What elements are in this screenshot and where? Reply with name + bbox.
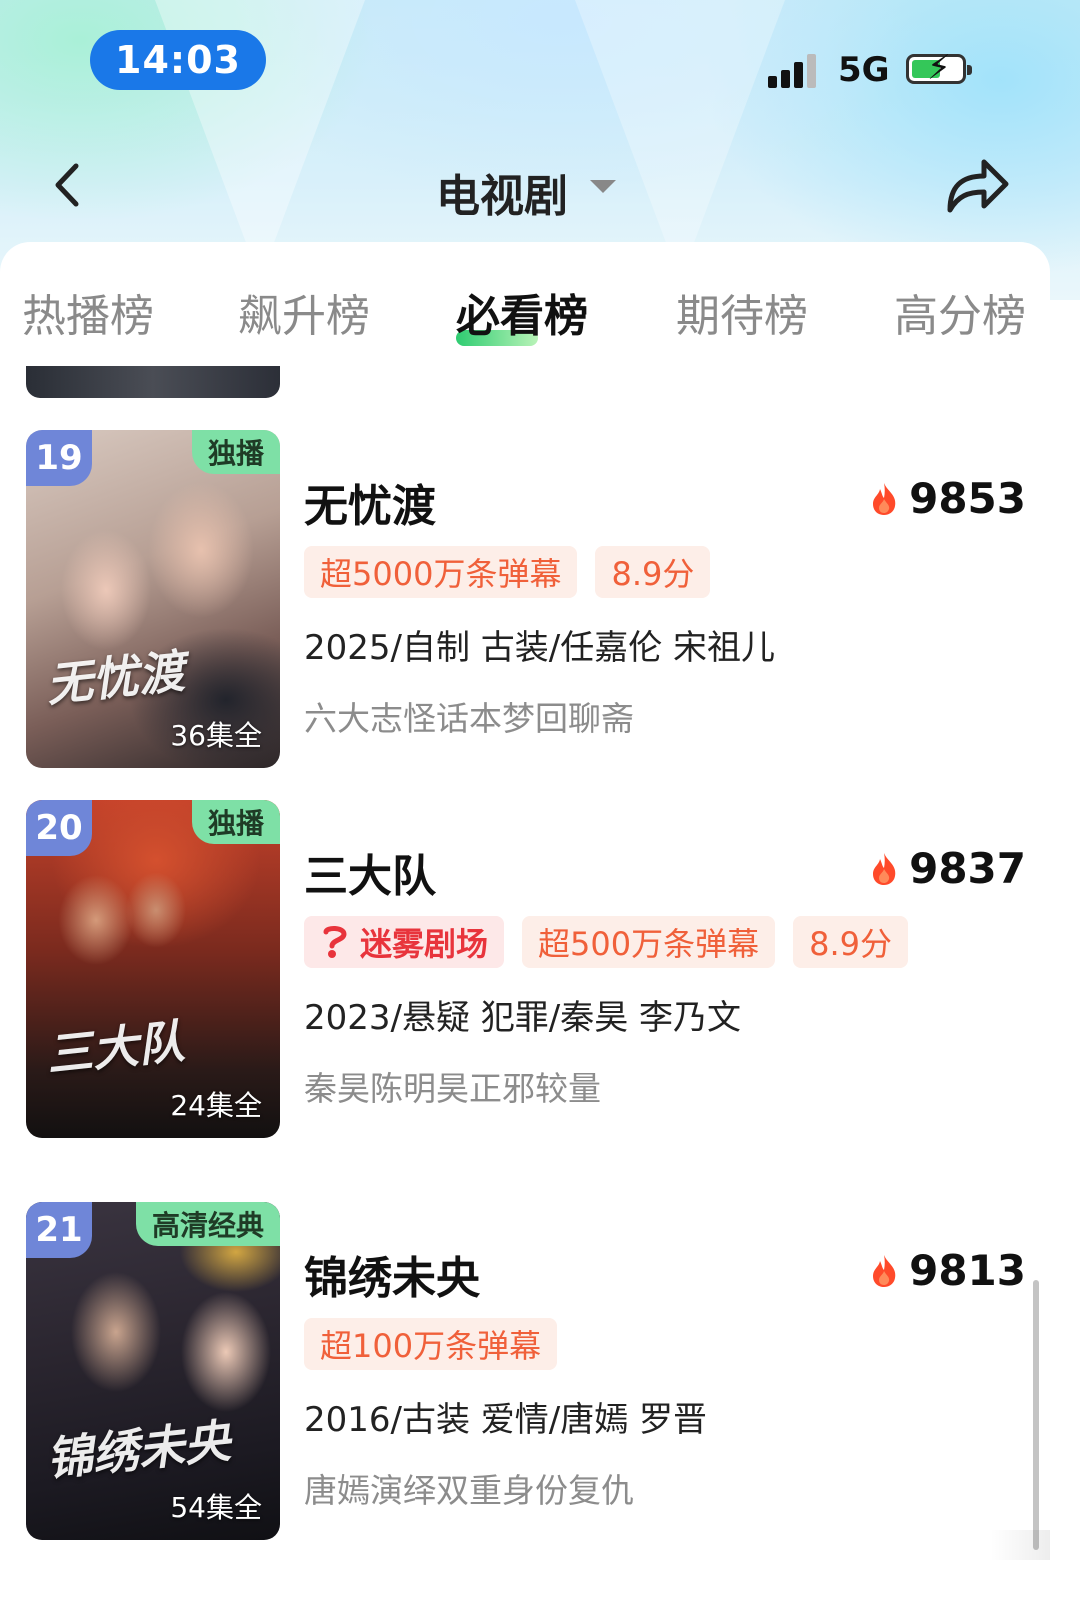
show-description: 唐嫣演绎双重身份复仇 — [304, 1471, 634, 1510]
brand-logo-icon — [323, 926, 347, 958]
tab-rising[interactable]: 飙升榜 — [238, 280, 370, 344]
scrollbar[interactable] — [1033, 1280, 1039, 1550]
show-title[interactable]: 无忧渡 — [304, 470, 436, 534]
edge-shadow — [990, 1530, 1050, 1560]
page-title[interactable]: 电视剧 — [436, 160, 568, 224]
tab-hot[interactable]: 热播榜 — [22, 280, 154, 344]
heat-score: 9813 — [869, 1246, 1026, 1295]
show-meta: 2025/自制 古装/任嘉伦 宋祖儿 — [304, 628, 776, 668]
tab-anticipated[interactable]: 期待榜 — [676, 280, 808, 344]
show-meta: 2016/古装 爱情/唐嫣 罗晋 — [304, 1400, 708, 1440]
heat-score: 9853 — [869, 474, 1026, 523]
danmaku-tag: 超100万条弹幕 — [304, 1318, 558, 1370]
signal-icon — [768, 52, 820, 88]
status-time: 14:03 — [90, 30, 266, 90]
score-tag: 8.9分 — [793, 916, 909, 968]
exclusive-badge: 独播 — [191, 800, 280, 844]
show-poster[interactable]: 三大队 20 独播 24集全 — [26, 800, 280, 1138]
poster-title-art: 锦绣未央 — [43, 1413, 233, 1487]
classic-badge: 高清经典 — [135, 1202, 280, 1246]
tag-row: 超100万条弹幕 — [304, 1318, 558, 1370]
network-label: 5G — [838, 50, 890, 90]
brand-label: 迷雾剧场 — [360, 925, 489, 963]
light-beam-decoration — [560, 0, 800, 280]
list-item[interactable]: 三大队 20 独播 24集全 三大队 9837 迷雾剧场 超500万条弹幕 8.… — [26, 800, 1026, 1140]
previous-item-poster[interactable] — [26, 366, 280, 398]
brand-tag[interactable]: 迷雾剧场 — [304, 916, 505, 968]
show-description: 六大志怪话本梦回聊斋 — [304, 699, 634, 738]
rank-badge: 19 — [26, 430, 92, 486]
tab-must-watch[interactable]: 必看榜 — [456, 280, 588, 344]
rank-badge: 21 — [26, 1202, 92, 1258]
show-title[interactable]: 锦绣未央 — [304, 1242, 480, 1306]
episode-count: 36集全 — [170, 719, 262, 752]
list-item[interactable]: 无忧渡 19 独播 36集全 无忧渡 9853 超5000万条弹幕 8.9分 2… — [26, 430, 1026, 770]
back-icon[interactable] — [48, 160, 88, 210]
flame-icon — [873, 852, 896, 885]
show-title[interactable]: 三大队 — [304, 840, 436, 904]
rank-badge: 20 — [26, 800, 92, 856]
heat-score: 9837 — [869, 844, 1026, 893]
share-icon[interactable] — [940, 150, 1012, 220]
danmaku-tag: 超500万条弹幕 — [522, 916, 776, 968]
tab-high-score[interactable]: 高分榜 — [894, 280, 1026, 344]
score-tag: 8.9分 — [595, 546, 711, 598]
poster-title-art: 无忧渡 — [43, 643, 187, 713]
caret-down-icon[interactable] — [590, 180, 616, 193]
battery-icon: ⚡ — [906, 51, 972, 85]
flame-icon — [873, 482, 896, 515]
flame-icon — [873, 1254, 896, 1287]
tag-row: 迷雾剧场 超500万条弹幕 8.9分 — [304, 916, 909, 968]
danmaku-tag: 超5000万条弹幕 — [304, 546, 578, 598]
show-poster[interactable]: 锦绣未央 21 高清经典 54集全 — [26, 1202, 280, 1540]
exclusive-badge: 独播 — [191, 430, 280, 474]
show-poster[interactable]: 无忧渡 19 独播 36集全 — [26, 430, 280, 768]
list-item[interactable]: 锦绣未央 21 高清经典 54集全 锦绣未央 9813 超100万条弹幕 201… — [26, 1202, 1026, 1542]
ranking-tabs: 热播榜 飙升榜 必看榜 期待榜 高分榜 — [0, 280, 1050, 360]
heat-value: 9837 — [909, 844, 1026, 893]
show-meta: 2023/悬疑 犯罪/秦昊 李乃文 — [304, 998, 742, 1038]
heat-value: 9813 — [909, 1246, 1026, 1295]
show-description: 秦昊陈明昊正邪较量 — [304, 1069, 601, 1108]
episode-count: 24集全 — [170, 1089, 262, 1122]
episode-count: 54集全 — [170, 1491, 262, 1524]
tag-row: 超5000万条弹幕 8.9分 — [304, 546, 711, 598]
poster-title-art: 三大队 — [43, 1013, 187, 1083]
heat-value: 9853 — [909, 474, 1026, 523]
